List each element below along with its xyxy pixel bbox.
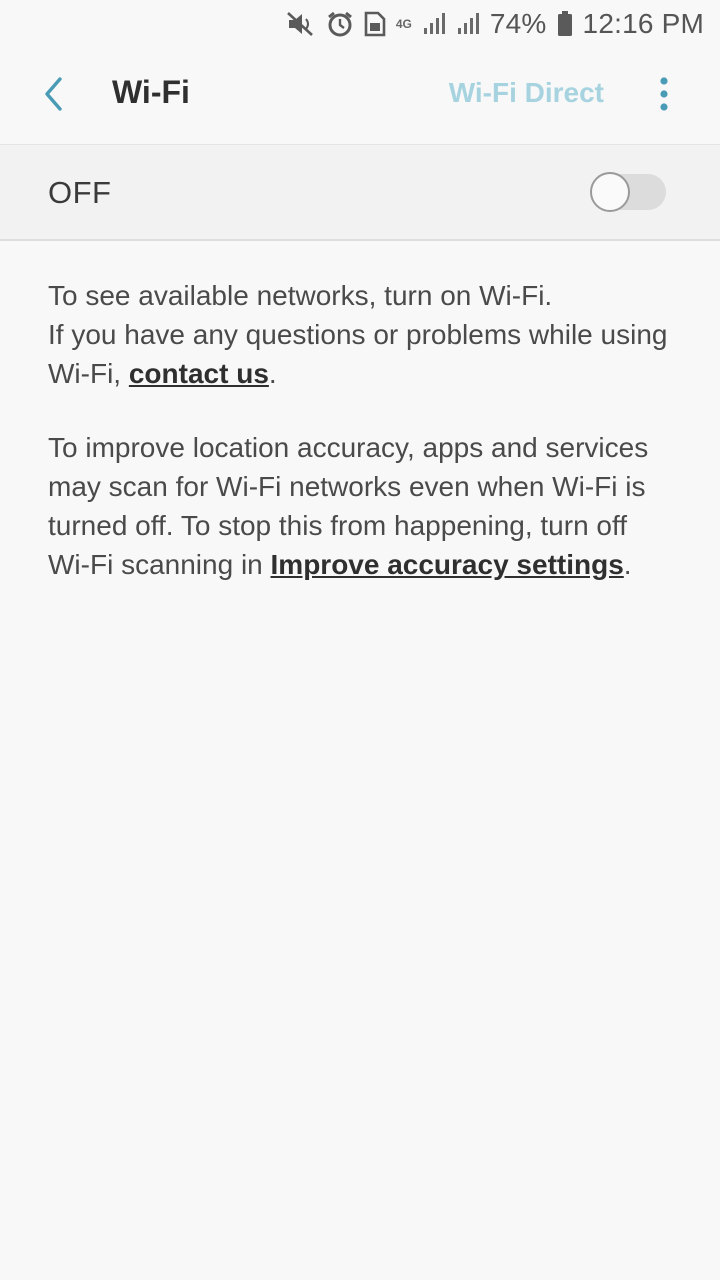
battery-icon: [557, 11, 573, 37]
sim-icon: [364, 11, 386, 37]
wifi-off-hint: To see available networks, turn on Wi-Fi…: [48, 276, 668, 393]
hint-period: .: [268, 358, 277, 389]
scanning-notice: To improve location accuracy, apps and s…: [48, 428, 668, 584]
signal-icon: [456, 12, 480, 36]
wifi-toggle-row[interactable]: OFF: [0, 144, 720, 241]
wifi-state-label: OFF: [48, 175, 112, 210]
info-content: To see available networks, turn on Wi-Fi…: [48, 276, 668, 584]
wifi-direct-button[interactable]: Wi-Fi Direct: [449, 77, 604, 109]
wifi-switch[interactable]: [590, 172, 666, 212]
network-type-label: 4G: [395, 16, 412, 31]
app-bar: Wi-Fi Wi-Fi Direct: [0, 48, 720, 144]
mute-icon: [286, 10, 316, 38]
hint-line-1: To see available networks, turn on Wi-Fi…: [48, 280, 553, 311]
back-button[interactable]: [30, 72, 78, 120]
switch-knob: [590, 172, 630, 212]
more-vertical-icon: [660, 76, 668, 116]
page-title: Wi-Fi: [112, 74, 190, 110]
more-options-button[interactable]: [652, 72, 676, 120]
contact-us-link[interactable]: contact us: [129, 358, 269, 389]
scanning-period: .: [623, 549, 632, 580]
improve-accuracy-link[interactable]: Improve accuracy settings: [271, 549, 624, 580]
chevron-left-icon: [42, 76, 66, 117]
signal-icon: [422, 12, 446, 36]
status-bar: 4G 74% 12:16 PM: [0, 0, 720, 48]
alarm-icon: [326, 10, 354, 38]
battery-percent: 74%: [489, 8, 547, 39]
status-time: 12:16 PM: [582, 8, 704, 39]
